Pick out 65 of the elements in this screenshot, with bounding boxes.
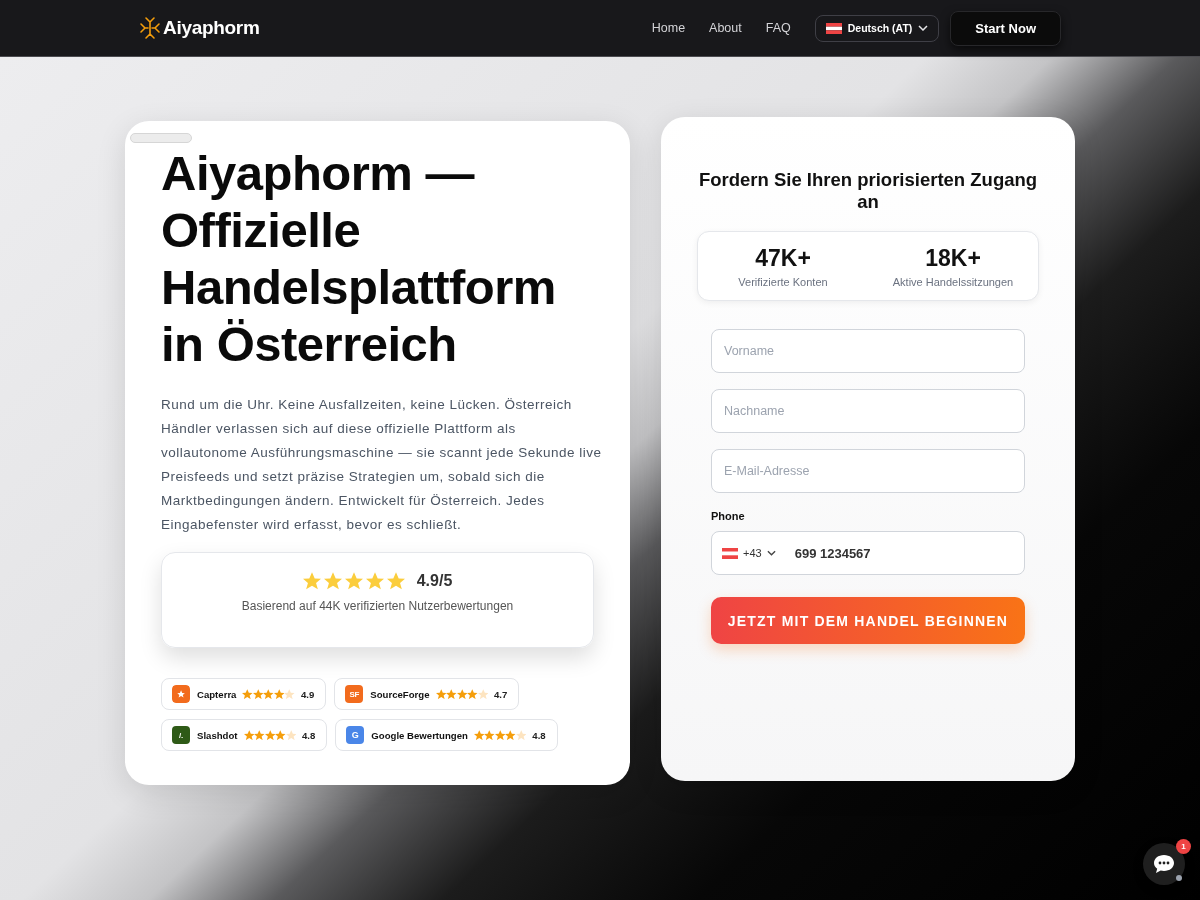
hero-title: Aiyaphorm — Offizielle Handelsplattform in Österreich — [161, 145, 557, 373]
star-icon — [494, 729, 506, 741]
star-icon — [264, 729, 275, 741]
logo-tile: SF — [345, 685, 364, 703]
chevron-down-icon — [766, 550, 776, 556]
nav-link[interactable]: About — [709, 21, 742, 35]
country-code-select[interactable]: +43 — [722, 547, 776, 559]
star-icon — [484, 729, 495, 741]
logo-icon — [139, 16, 161, 40]
review-site-name: Slashdot — [197, 729, 238, 741]
rating-score: 4.9/5 — [416, 572, 453, 590]
form-title: Fordern Sie Ihren priorisierten Zugang an — [697, 169, 1039, 213]
pill-icon — [130, 133, 192, 143]
star-icon — [435, 688, 446, 700]
star-icon — [263, 688, 274, 700]
star-icon — [344, 572, 363, 590]
review-site-name: Capterra — [197, 688, 237, 700]
review-score: 4.8 — [302, 729, 316, 741]
star-icon — [467, 688, 478, 700]
star-icon — [456, 688, 467, 700]
star-icon — [302, 572, 321, 590]
nav-link[interactable]: FAQ — [765, 21, 791, 35]
star-icon — [323, 572, 342, 590]
star-icon — [242, 688, 253, 700]
input-field[interactable]: Nachname — [711, 389, 1025, 433]
status-dot-icon — [1176, 875, 1182, 881]
star-icon — [243, 729, 254, 741]
hero-description: Rund um die Uhr. Keine Ausfallzeiten, keine Lücken. Österreich Händler verlassen sich auf diese offizielle Plattform als vollautonome Ausführungsmaschine — sie scannt jede Sekunde live Preisfeeds und setzt präzise Strategien um, sobald sich die Marktbedingungen ändern. Entwickelt für Österreich. Jedes Eingabefenster wird erfasst, bevor es schließt. — [161, 396, 602, 534]
stat-label: Aktive Handelssitzungen — [891, 275, 1015, 289]
start-now-button[interactable]: Start Now — [950, 10, 1061, 46]
star-icon — [365, 572, 384, 590]
phone-label: Phone — [711, 509, 746, 523]
nav-link[interactable]: Home — [651, 21, 686, 35]
review-score: 4.7 — [494, 688, 508, 700]
flag-icon — [722, 547, 738, 559]
star-icon — [515, 729, 527, 741]
rating-caption: Basierend auf 44K verifizierten Nutzerbewertungen — [241, 599, 514, 613]
input-field[interactable]: E-Mail-Adresse — [711, 449, 1025, 493]
language-select[interactable]: Deutsch (AT) — [814, 14, 940, 42]
chat-bubble-icon — [1153, 854, 1175, 874]
star-icon — [284, 688, 295, 700]
star-icon — [386, 572, 405, 590]
star-icon — [473, 729, 485, 741]
review-site-name: SourceForge — [370, 688, 430, 700]
star-icon — [254, 729, 265, 741]
review-score: 4.8 — [532, 729, 546, 741]
stat-value: 47K+ — [754, 244, 812, 272]
chevron-down-icon — [918, 25, 929, 31]
star-icon — [505, 729, 516, 741]
review-site-name: Google Bewertungen — [371, 729, 468, 741]
phone-field[interactable]: +43 699 1234567 — [711, 531, 1025, 575]
input-field[interactable]: Vorname — [711, 329, 1025, 373]
logo-tile: /. — [172, 726, 190, 744]
star-icon — [285, 729, 296, 741]
stat-label: Verifizierte Konten — [737, 275, 829, 289]
star-icon — [273, 688, 285, 700]
logo-tile: G — [346, 726, 365, 744]
star-icon — [477, 688, 488, 700]
star-icon — [446, 688, 457, 700]
star-icon — [252, 688, 264, 700]
flag-icon — [825, 22, 842, 34]
stat-value: 18K+ — [924, 244, 982, 272]
review-score: 4.9 — [300, 688, 315, 700]
star-icon — [275, 729, 286, 741]
brand-name: Aiyaphorm — [163, 17, 260, 39]
